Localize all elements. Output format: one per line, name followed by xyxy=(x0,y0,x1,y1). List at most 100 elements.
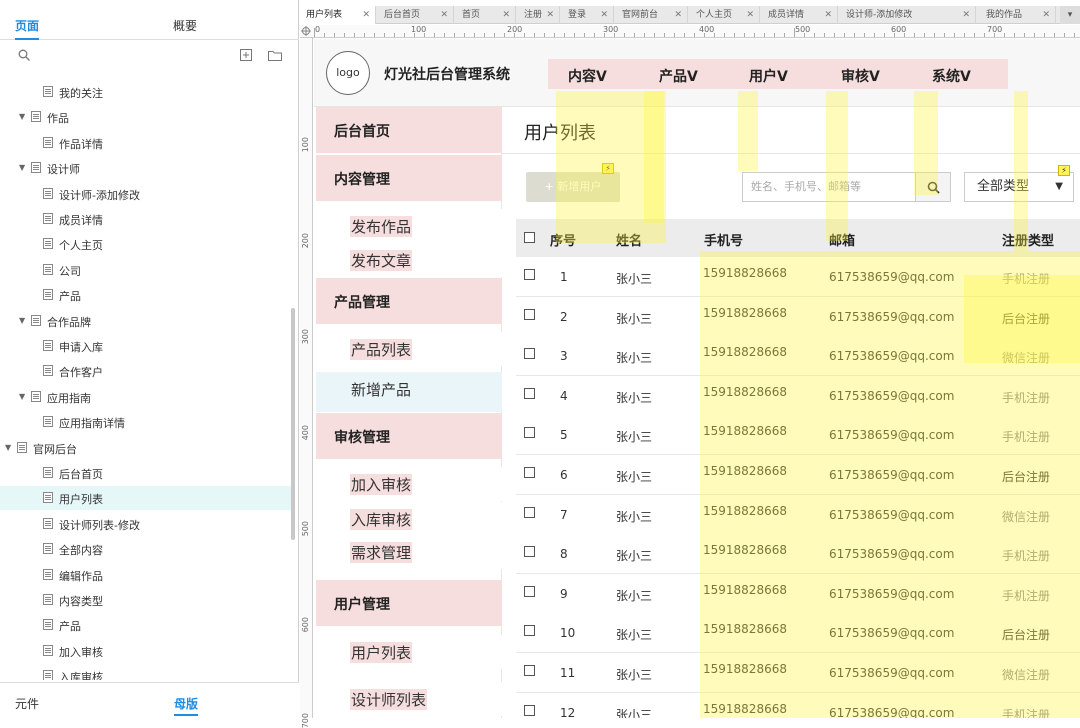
expand-caret-icon[interactable]: ▼ xyxy=(19,163,25,172)
tab-overview[interactable]: 概要 xyxy=(173,17,197,34)
row-checkbox[interactable] xyxy=(524,269,535,280)
close-icon[interactable]: ✕ xyxy=(962,6,970,24)
tree-item[interactable]: 产品 xyxy=(0,283,292,307)
table-row[interactable]: 9 张小三 15918828668 617538659@qq.com 手机注册 xyxy=(516,573,1080,614)
search-input[interactable]: 姓名、手机号、邮箱等 xyxy=(742,172,916,202)
tree-item[interactable]: 我的关注 xyxy=(0,80,292,104)
tree-item[interactable]: 加入审核 xyxy=(0,639,292,663)
sidebar-group-user[interactable]: 用户管理 xyxy=(316,580,502,626)
page-tab[interactable]: 设计师-添加修改 ✕ xyxy=(840,6,976,24)
nav-audit[interactable]: 审核V xyxy=(841,66,880,86)
table-row[interactable]: 1 张小三 15918828668 617538659@qq.com 手机注册 xyxy=(516,257,1080,297)
add-folder-icon[interactable] xyxy=(268,49,282,61)
row-checkbox[interactable] xyxy=(524,506,535,518)
sidebar-group-content[interactable]: 内容管理 xyxy=(316,155,502,201)
page-tab[interactable]: 登录 ✕ xyxy=(562,6,614,24)
expand-caret-icon[interactable]: ▼ xyxy=(19,392,25,401)
nav-content[interactable]: 内容V xyxy=(568,66,607,86)
close-icon[interactable]: ✕ xyxy=(546,6,554,24)
add-user-button[interactable]: + 新增用户 xyxy=(526,172,620,202)
row-checkbox[interactable] xyxy=(524,704,535,716)
page-tab[interactable]: 后台首页 ✕ xyxy=(378,6,454,24)
close-icon[interactable]: ✕ xyxy=(824,6,832,24)
expand-caret-icon[interactable]: ▼ xyxy=(5,443,11,452)
table-row[interactable]: 10 张小三 15918828668 617538659@qq.com 后台注册 xyxy=(516,613,1080,654)
table-row[interactable]: 8 张小三 15918828668 617538659@qq.com 手机注册 xyxy=(516,534,1080,575)
table-row[interactable]: 3 张小三 15918828668 617538659@qq.com 微信注册 xyxy=(516,336,1080,377)
tree-item[interactable]: ▼ 应用指南 xyxy=(0,385,292,409)
row-checkbox[interactable] xyxy=(524,387,535,399)
tab-list-dropdown[interactable]: ▾ xyxy=(1060,6,1080,24)
sidebar-item-publish-article[interactable]: 发布文章 xyxy=(316,243,502,277)
close-icon[interactable]: ✕ xyxy=(674,6,682,24)
table-row[interactable]: 6 张小三 15918828668 617538659@qq.com 后台注册 xyxy=(516,455,1080,495)
select-all-checkbox[interactable] xyxy=(524,232,535,243)
row-checkbox[interactable] xyxy=(524,467,535,478)
tree-item[interactable]: ▼ 官网后台 xyxy=(0,436,292,460)
sidebar-item-designer-list[interactable]: 设计师列表 xyxy=(316,682,502,716)
expand-caret-icon[interactable]: ▼ xyxy=(19,112,25,121)
nav-product[interactable]: 产品V xyxy=(659,66,698,86)
tree-item[interactable]: 产品 xyxy=(0,613,292,637)
tree-item[interactable]: 内容类型 xyxy=(0,588,292,612)
row-checkbox[interactable] xyxy=(524,308,535,320)
tab-components[interactable]: 元件 xyxy=(15,695,39,712)
close-icon[interactable]: ✕ xyxy=(1042,6,1050,24)
tree-item[interactable]: 用户列表 xyxy=(0,486,292,511)
page-tab[interactable]: 注册 ✕ xyxy=(518,6,560,24)
sidebar-group-audit[interactable]: 审核管理 xyxy=(316,413,502,459)
sidebar-home[interactable]: 后台首页 xyxy=(316,107,502,153)
sidebar-group-product[interactable]: 产品管理 xyxy=(316,278,502,324)
sidebar-item-new-product[interactable]: 新增产品 xyxy=(316,372,502,412)
table-row[interactable]: 4 张小三 15918828668 617538659@qq.com 手机注册 xyxy=(516,375,1080,416)
search-button[interactable] xyxy=(915,172,951,202)
design-canvas[interactable]: logo 灯光社后台管理系统 内容V 产品V 用户V 审核V 系统V 后台首页 … xyxy=(314,39,1080,718)
table-row[interactable]: 2 张小三 15918828668 617538659@qq.com 后台注册 xyxy=(516,296,1080,337)
row-checkbox[interactable] xyxy=(524,348,535,360)
tree-scrollbar[interactable] xyxy=(291,308,295,540)
tab-pages[interactable]: 页面 xyxy=(15,17,40,40)
close-icon[interactable]: ✕ xyxy=(502,6,510,24)
tree-item[interactable]: 全部内容 xyxy=(0,537,292,561)
close-icon[interactable]: ✕ xyxy=(362,6,370,24)
row-checkbox[interactable] xyxy=(524,625,535,637)
page-tab[interactable]: 我的作品 ✕ xyxy=(980,6,1056,24)
page-tab[interactable]: 成员详情 ✕ xyxy=(762,6,838,24)
sidebar-item-publish-work[interactable]: 发布作品 xyxy=(316,209,502,243)
tree-item[interactable]: 后台首页 xyxy=(0,461,292,485)
tree-item[interactable]: ▼ 作品 xyxy=(0,105,292,129)
tree-item[interactable]: ▼ 设计师 xyxy=(0,156,292,180)
sidebar-item-demand[interactable]: 需求管理 xyxy=(316,535,502,569)
table-row[interactable]: 12 张小三 15918828668 617538659@qq.com 手机注册 xyxy=(516,692,1080,718)
page-tab[interactable]: 用户列表 ✕ xyxy=(300,6,376,24)
sidebar-item-product-list[interactable]: 产品列表 xyxy=(316,332,502,366)
page-tab[interactable]: 个人主页 ✕ xyxy=(690,6,760,24)
tree-item[interactable]: 入库审核 xyxy=(0,664,292,680)
row-checkbox[interactable] xyxy=(524,585,535,597)
nav-user[interactable]: 用户V xyxy=(749,66,788,86)
table-row[interactable]: 11 张小三 15918828668 617538659@qq.com 微信注册 xyxy=(516,653,1080,693)
close-icon[interactable]: ✕ xyxy=(746,6,754,24)
tab-masters[interactable]: 母版 xyxy=(174,695,199,716)
sidebar-item-user-list[interactable]: 用户列表 xyxy=(316,635,502,669)
page-search-bar[interactable] xyxy=(0,44,299,68)
table-row[interactable]: 5 张小三 15918828668 617538659@qq.com 手机注册 xyxy=(516,415,1080,456)
tree-item[interactable]: 设计师-添加修改 xyxy=(0,182,292,206)
close-icon[interactable]: ✕ xyxy=(440,6,448,24)
expand-caret-icon[interactable]: ▼ xyxy=(19,316,25,325)
row-checkbox[interactable] xyxy=(524,427,535,439)
tree-item[interactable]: 编辑作品 xyxy=(0,563,292,587)
row-checkbox[interactable] xyxy=(524,665,535,676)
tree-item[interactable]: 公司 xyxy=(0,258,292,282)
sidebar-item-storage-audit[interactable]: 入库审核 xyxy=(316,502,502,536)
table-row[interactable]: 7 张小三 15918828668 617538659@qq.com 微信注册 xyxy=(516,494,1080,535)
close-icon[interactable]: ✕ xyxy=(600,6,608,24)
sidebar-item-join-audit[interactable]: 加入审核 xyxy=(316,467,502,501)
page-tab[interactable]: 首页 ✕ xyxy=(456,6,516,24)
tree-item[interactable]: 申请入库 xyxy=(0,334,292,358)
tree-item[interactable]: 成员详情 xyxy=(0,207,292,231)
search-icon[interactable] xyxy=(18,49,30,61)
tree-item[interactable]: 应用指南详情 xyxy=(0,410,292,434)
nav-system[interactable]: 系统V xyxy=(932,66,971,86)
tree-item[interactable]: ▼ 合作品牌 xyxy=(0,309,292,333)
